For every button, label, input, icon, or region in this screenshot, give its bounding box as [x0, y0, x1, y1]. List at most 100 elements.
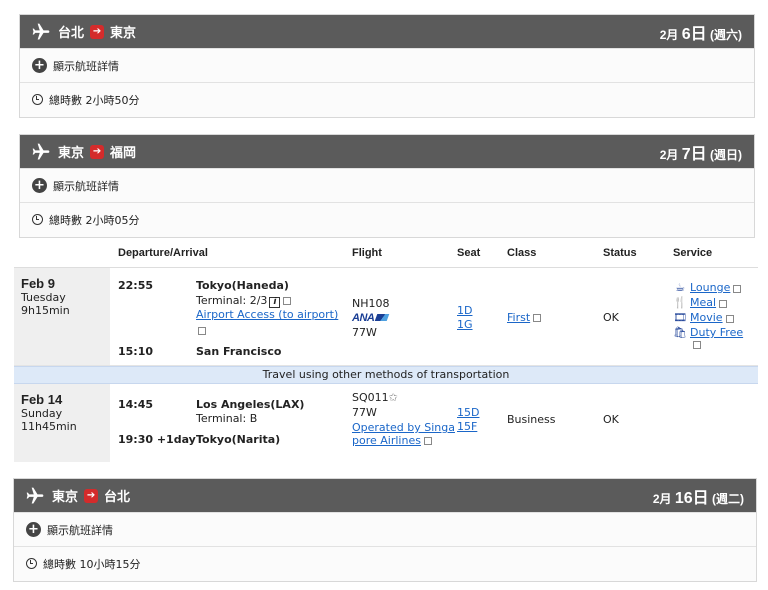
- col-header-status: Status: [603, 246, 637, 259]
- star-alliance-icon: ✩: [388, 391, 398, 404]
- arrival-time: 19:30 +1day: [118, 433, 196, 446]
- lounge-icon: ☕: [675, 281, 685, 294]
- external-link-icon[interactable]: [719, 299, 728, 308]
- arrow-right-icon: ➔: [90, 24, 105, 39]
- departure-time: 22:55: [118, 279, 154, 292]
- flight-number: SQ011: [352, 391, 389, 404]
- duration-text: 總時數 2小時50分: [49, 93, 140, 107]
- departure-time: 14:45: [118, 398, 154, 411]
- segment-header: 東京 ➔ 福岡 2月 7日 (週日): [20, 135, 754, 168]
- arrow-right-icon: ➔: [90, 144, 105, 159]
- duration-row: 總時數 2小時05分: [20, 202, 754, 236]
- external-link-icon[interactable]: [733, 284, 742, 293]
- show-flight-details-button[interactable]: + 顯示航班詳情: [14, 512, 756, 546]
- duty-free-icon: 🛍: [673, 326, 687, 339]
- service-item[interactable]: 🍴 Meal: [673, 295, 758, 310]
- flight-number-cell: SQ011✩: [352, 391, 398, 404]
- external-link-icon[interactable]: [693, 341, 701, 349]
- plus-icon: +: [32, 178, 47, 193]
- show-flight-details-button[interactable]: + 顯示航班詳情: [20, 168, 754, 202]
- external-link-icon[interactable]: [198, 324, 206, 337]
- external-link-icon[interactable]: [283, 297, 292, 305]
- col-header-service: Service: [673, 246, 713, 259]
- details-label: 顯示航班詳情: [53, 179, 119, 193]
- origin-city: 東京: [52, 489, 79, 504]
- ana-logo: ANA: [352, 311, 390, 324]
- class-link[interactable]: First: [507, 311, 530, 324]
- external-link-icon[interactable]: [725, 314, 734, 323]
- flight-weekday: Tuesday: [21, 291, 66, 304]
- duration-text: 總時數 10小時15分: [43, 557, 141, 571]
- movie-icon: 🎞: [673, 311, 687, 324]
- seat-link[interactable]: 15F: [457, 420, 477, 433]
- duration-row: 總時數 10小時15分: [14, 546, 756, 580]
- col-header-departure-arrival: Departure/Arrival: [118, 246, 208, 259]
- service-list: ☕ Lounge 🍴 Meal 🎞 Movie 🛍 Duty Free: [673, 280, 758, 349]
- segment-card-2: 東京 ➔ 福岡 2月 7日 (週日) + 顯示航班詳情 總時數 2小時05分: [19, 134, 755, 238]
- service-item[interactable]: 🎞 Movie: [673, 310, 758, 325]
- destination-city: 東京: [110, 25, 137, 40]
- origin-city: 東京: [58, 145, 85, 160]
- flight-number: NH108: [352, 297, 390, 310]
- movie-link[interactable]: Movie: [690, 310, 723, 325]
- airplane-icon: [24, 485, 46, 507]
- table-row: Feb 9 Tuesday 9h15min 22:55 Tokyo(Haneda…: [14, 268, 758, 366]
- show-flight-details-button[interactable]: + 顯示航班詳情: [20, 48, 754, 82]
- segment-card-1: 台北 ➔ 東京 2月 6日 (週六) + 顯示航班詳情 總時數 2小時50分: [19, 14, 755, 118]
- airplane-icon: [30, 21, 52, 43]
- meal-link[interactable]: Meal: [690, 295, 716, 310]
- flight-date: Feb 9: [21, 276, 55, 291]
- operated-by-link[interactable]: Operated by Singa pore Airlines: [352, 421, 455, 447]
- lounge-link[interactable]: Lounge: [690, 280, 730, 295]
- terminal-text: Terminal: 2/3: [196, 294, 268, 307]
- seat-link[interactable]: 1D: [457, 304, 472, 317]
- destination-city: 台北: [104, 489, 131, 504]
- arrival-airport: Tokyo(Narita): [196, 433, 281, 446]
- clock-icon: [26, 558, 37, 569]
- status-text: OK: [603, 413, 619, 426]
- details-label: 顯示航班詳情: [53, 59, 119, 73]
- day-cell: Feb 14 Sunday 11h45min: [14, 384, 110, 462]
- class-cell: First: [507, 311, 542, 324]
- details-label: 顯示航班詳情: [47, 523, 113, 537]
- external-link-icon[interactable]: [423, 437, 432, 445]
- meal-icon: 🍴: [673, 296, 687, 309]
- segment-header: 台北 ➔ 東京 2月 6日 (週六): [20, 15, 754, 48]
- flight-date: Feb 14: [21, 392, 63, 407]
- arrival-time: 15:10: [118, 345, 154, 358]
- operated-by-text[interactable]: pore Airlines: [352, 434, 421, 447]
- operated-by-text[interactable]: Operated by Singa: [352, 421, 455, 434]
- ana-logo-text: ANA: [352, 312, 375, 324]
- service-item[interactable]: 🛍 Duty Free: [673, 325, 758, 340]
- col-header-class: Class: [507, 246, 537, 259]
- segment-card-3: 東京 ➔ 台北 2月 16日 (週二) + 顯示航班詳情 總時數 10小時15分: [13, 478, 757, 582]
- flight-duration: 11h45min: [21, 420, 77, 433]
- day-cell: Feb 9 Tuesday 9h15min: [14, 268, 110, 365]
- seat-link[interactable]: 15D: [457, 406, 479, 419]
- info-icon[interactable]: i: [269, 297, 281, 308]
- terminal-info: Terminal: 2/3 i: [196, 294, 292, 308]
- flight-duration: 9h15min: [21, 304, 70, 317]
- arrow-right-icon: ➔: [84, 488, 99, 503]
- airport-access: Airport Access (to airport): [196, 308, 338, 321]
- external-link-icon[interactable]: [533, 314, 542, 322]
- duty-free-link[interactable]: Duty Free: [690, 325, 743, 340]
- airport-access-link[interactable]: Airport Access (to airport): [196, 308, 338, 321]
- seat-link[interactable]: 1G: [457, 318, 473, 331]
- arrival-airport: San Francisco: [196, 345, 282, 358]
- aircraft-type: 77W: [352, 326, 377, 339]
- service-item[interactable]: ☕ Lounge: [673, 280, 758, 295]
- origin-city: 台北: [58, 25, 85, 40]
- table-header: Departure/Arrival Flight Seat Class Stat…: [14, 238, 758, 268]
- col-header-flight: Flight: [352, 246, 382, 259]
- flight-weekday: Sunday: [21, 407, 63, 420]
- transport-note: Travel using other methods of transporta…: [14, 366, 758, 384]
- clock-icon: [32, 94, 43, 105]
- departure-airport: Tokyo(Haneda): [196, 279, 289, 292]
- terminal-info: Terminal: B: [196, 412, 258, 425]
- class-text: Business: [507, 413, 556, 426]
- flight-detail-table: Departure/Arrival Flight Seat Class Stat…: [14, 238, 758, 462]
- plus-icon: +: [32, 58, 47, 73]
- table-row: Feb 14 Sunday 11h45min 14:45 Los Angeles…: [14, 384, 758, 462]
- duration-text: 總時數 2小時05分: [49, 213, 140, 227]
